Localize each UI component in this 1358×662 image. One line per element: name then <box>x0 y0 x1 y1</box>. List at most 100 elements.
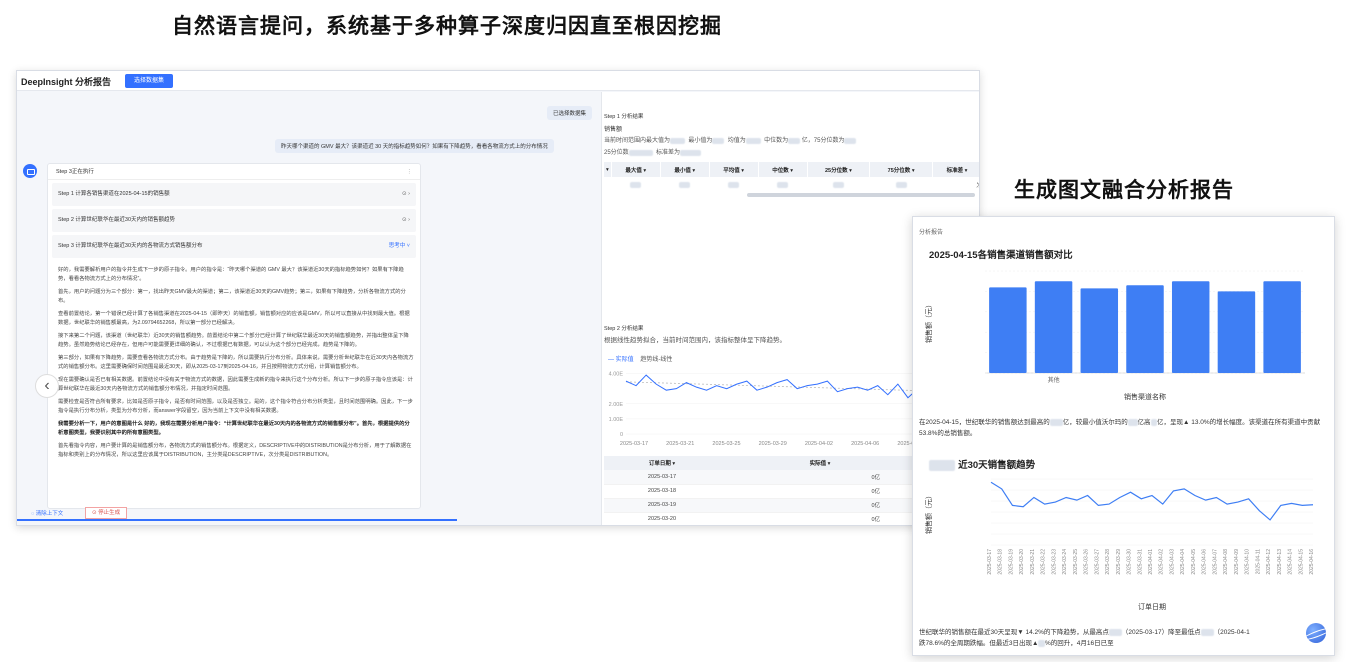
value-cell: 0亿 <box>719 498 921 513</box>
analysis-report-card: 分析报告 2025-04-15各销售渠道销售额对比 其他 销售渠道名称 销售额（元）… <box>912 216 1335 656</box>
step1-title: Step 1 分析结果 <box>604 114 644 120</box>
step2-description: 根据线性趋势拟合，当前时间范围内，该指标整体呈下降趋势。 <box>604 337 786 344</box>
step-thinking-status[interactable]: 思考中 ˅ <box>389 235 410 258</box>
task-card: Step 3正在执行 ⋮ Step 1 计算各销售渠道在2025-04-15的销… <box>47 163 421 509</box>
reasoning-text: 需要检查是否符合所有要求，比如是否原子指令，是否有时间范围，以及是否独立。是的，… <box>58 399 413 414</box>
column-header[interactable]: 中位数 ▾ <box>758 162 808 177</box>
x-axis-label: 订单日期 <box>1138 602 1166 611</box>
x-tick-label: 2025-04-02 <box>1159 549 1165 575</box>
x-tick-label: 2025-04-06 <box>1202 549 1208 575</box>
line-chart-title-text: 近30天销售额趋势 <box>958 460 1036 471</box>
column-header[interactable]: 最大值 ▾ <box>611 162 661 177</box>
x-tick-label: 2025-04-04 <box>1180 549 1186 575</box>
clear-context-button[interactable]: ◌ 清除上下文 <box>31 509 63 517</box>
report-text: （2025-03-17）降至最低点 <box>1121 629 1201 636</box>
step-item[interactable]: Step 3 计算世纪联华在最近30天内的各物流方式销售额分布 思考中 ˅ <box>52 235 416 258</box>
step-expand-icon[interactable]: ⊙ › <box>402 183 410 206</box>
x-tick-label: 2025-03-30 <box>1127 549 1133 575</box>
x-tick-label: 2025-03-17 <box>620 441 648 447</box>
summary-text: 25分位数 <box>604 150 629 156</box>
select-dataset-button[interactable]: 选择数据集 <box>125 74 173 88</box>
table-row: xxxxxxxxxxxxxxxxxxxxxxxxㄉ <box>604 177 979 192</box>
x-tick-label: 2025-03-25 <box>712 441 740 447</box>
x-tick-label: 2025-04-07 <box>1212 549 1218 575</box>
y-axis-label: 销售额（元） <box>924 301 933 343</box>
column-header[interactable]: 25分位数 ▾ <box>807 162 871 177</box>
bar-chart-title: 2025-04-15各销售渠道销售额对比 <box>929 250 1073 261</box>
stats-table: ▾ 最大值 ▾ 最小值 ▾ 平均值 ▾ 中位数 ▾ 25分位数 ▾ 75分位数 … <box>604 162 979 192</box>
value-cell: 0亿 <box>719 470 921 485</box>
y-tick-label: 2.00E <box>609 402 624 408</box>
report-text: 世纪联华的销售额在最近30天呈现▼ 14.2%的下降趋势，从最高点 <box>919 629 1109 636</box>
x-tick-label: 2025-03-19 <box>1008 549 1014 575</box>
headline-top: 自然语言提问，系统基于多种算子深度归因直至根因挖掘 <box>172 14 722 38</box>
x-tick-label: 2025-03-28 <box>1105 549 1111 575</box>
report-text: 亿，较最小值沃尔玛的 <box>1062 419 1128 426</box>
summary-text: 中位数为 <box>764 138 789 144</box>
reasoning-text: 接下来第二个问题，该渠道（世纪联华）近30天的销售额趋势。前置结论中第二个部分已… <box>58 333 409 348</box>
y-tick-label: 0 <box>620 432 623 438</box>
chat-input[interactable] <box>17 519 457 521</box>
y-tick-label: 4.00E <box>609 372 624 378</box>
x-tick-label: 2025-03-21 <box>666 441 694 447</box>
x-axis-label: 销售渠道名称 <box>1124 392 1166 401</box>
chat-footer: ◌ 清除上下文 ⊙ 停止生成 <box>17 507 457 521</box>
reasoning-text: 第三部分，如果有下降趋势，需要查看各物流方式分布。由于趋势是下降的，所以需要执行… <box>58 355 414 370</box>
step-expand-icon[interactable]: ⊙ › <box>402 209 410 232</box>
column-header[interactable]: 标准差 ▾ <box>932 162 979 177</box>
column-header[interactable]: 最小值 ▾ <box>660 162 710 177</box>
sales-trend-line-chart: 2025-03-17 2025-03-18 2025-03-19 2025-03-20… <box>924 478 1315 611</box>
report-text: 亿高 <box>1137 419 1151 426</box>
summary-text: 均值为 <box>727 138 746 144</box>
x-tick-label: 2025-04-13 <box>1277 549 1283 575</box>
column-header[interactable]: ▾ <box>604 162 612 177</box>
line-chart-title: xxxxx 近30天销售额趋势 <box>929 457 1035 471</box>
step-item[interactable]: Step 2 计算世纪联华在最近30天内的销售额趋势 ⊙ › <box>52 209 416 232</box>
summary-text: 当前时间范围内最大值为 <box>604 138 671 144</box>
y-tick-label: 1.00E <box>609 417 624 423</box>
x-tick-label: 2025-03-26 <box>1084 549 1090 575</box>
report-text: （2025-04-1 <box>1213 629 1250 636</box>
task-status[interactable]: Step 3正在执行 ⋮ <box>48 164 420 180</box>
column-header[interactable]: 75分位数 ▾ <box>869 162 933 177</box>
column-header[interactable]: 平均值 ▾ <box>709 162 759 177</box>
actual-line <box>625 374 919 399</box>
date-cell: 2025-03-19 <box>604 498 720 513</box>
x-tick-label: 2025-04-03 <box>1169 549 1175 575</box>
bar <box>1217 291 1256 373</box>
stop-generation-button[interactable]: ⊙ 停止生成 <box>85 507 128 519</box>
x-tick-label: 2025-04-01 <box>1148 549 1154 575</box>
bar <box>1171 281 1210 373</box>
x-tick-label: 2025-03-24 <box>1062 549 1068 575</box>
x-tick-label: 2025-04-02 <box>805 441 833 447</box>
bar <box>989 287 1027 373</box>
x-tick-label: 2025-04-16 <box>1309 549 1315 575</box>
step1-summary-line1: 当前时间范围内最大值为xxxxx 最小值为xxxx 均值为xxxxx 中位数为x… <box>604 135 857 144</box>
horizontal-scrollbar[interactable] <box>747 193 975 197</box>
reasoning-text: 首先，用户的问题分为三个部分：第一，找出昨天GMV最大的渠道；第二，该渠道近30… <box>58 289 406 304</box>
x-tick-label: 2025-03-22 <box>1041 549 1047 575</box>
bar <box>1034 281 1073 373</box>
bar <box>1080 288 1119 373</box>
summary-text: 亿，75分位数为 <box>801 138 845 144</box>
x-tick-label: 2025-04-12 <box>1266 549 1272 575</box>
date-cell: 2025-03-20 <box>604 512 720 525</box>
prev-arrow-icon[interactable]: ‹ <box>35 374 59 398</box>
channel-bar-chart: 其他销售渠道名称 销售额（元） <box>924 270 1305 401</box>
globe-icon[interactable] <box>1306 623 1326 643</box>
column-header[interactable]: 实际值 ▾ <box>719 456 921 470</box>
x-tick-label: 2025-04-06 <box>851 441 879 447</box>
x-tick-label: 2025-03-17 <box>987 549 993 575</box>
x-tick-label: 2025-03-18 <box>998 549 1004 575</box>
report-paragraph-1: 在2025-04-15，世纪联华的销售额达到最高的xxxx亿，较最小值沃尔玛的x… <box>919 417 1327 439</box>
more-icon[interactable]: ⋮ <box>407 164 413 180</box>
step-label: Step 1 计算各销售渠道在2025-04-15的销售额 <box>58 191 170 197</box>
x-tick-label: 其他 <box>1048 376 1060 384</box>
step1-metric: 销售额 <box>604 127 623 133</box>
reasoning-text: 首先看指令内容，用户要计算的是销售额分布，各物流方式的销售额分布。根据定义，DE… <box>58 443 412 458</box>
x-tick-label: 2025-03-31 <box>1137 549 1143 575</box>
step-item[interactable]: Step 1 计算各销售渠道在2025-04-15的销售额 ⊙ › <box>52 183 416 206</box>
column-header[interactable]: 订单日期 ▾ <box>604 456 720 470</box>
x-tick-label: 2025-03-29 <box>759 441 787 447</box>
value-cell: 0亿 <box>719 484 921 499</box>
